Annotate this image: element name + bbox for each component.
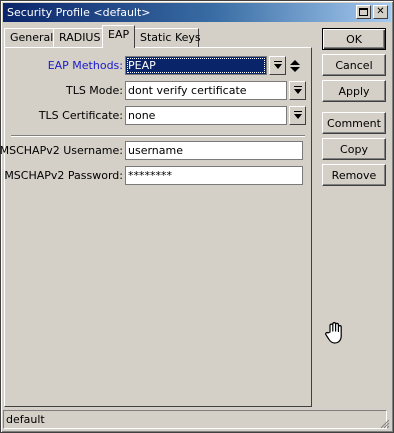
close-button[interactable]: ✕: [373, 5, 388, 19]
cancel-button[interactable]: Cancel: [322, 54, 386, 76]
ok-button[interactable]: OK: [322, 28, 386, 50]
security-profile-window: Security Profile <default> ✕ General RAD…: [0, 0, 394, 433]
status-bar: default: [3, 410, 387, 429]
tls-certificate-row: TLS Certificate: none: [5, 106, 313, 126]
maximize-icon: [359, 8, 368, 16]
down-arrow-icon: [290, 66, 300, 72]
dropdown-bar: [294, 86, 302, 87]
tab-eap[interactable]: EAP: [102, 25, 135, 48]
tls-certificate-dropdown-button[interactable]: [289, 106, 306, 125]
eap-methods-field[interactable]: PEAP: [125, 56, 267, 75]
tls-mode-row: TLS Mode: dont verify certificate: [5, 81, 313, 101]
mschap-password-row: MSCHAPv2 Password: ********: [4, 166, 313, 186]
resize-grip-icon[interactable]: [380, 419, 390, 429]
up-arrow-icon: [290, 59, 300, 65]
tls-certificate-field[interactable]: none: [125, 106, 287, 125]
eap-methods-dropdown-button[interactable]: [269, 56, 286, 75]
mschap-username-input[interactable]: username: [125, 141, 303, 160]
mschap-password-input[interactable]: ********: [125, 166, 303, 185]
maximize-button[interactable]: [356, 5, 371, 19]
tls-mode-dropdown-button[interactable]: [289, 81, 306, 100]
tls-mode-field[interactable]: dont verify certificate: [125, 81, 287, 100]
tab-radius[interactable]: RADIUS: [53, 28, 103, 47]
tls-mode-label: TLS Mode:: [65, 84, 123, 97]
comment-button[interactable]: Comment: [322, 112, 386, 134]
eap-methods-row: EAP Methods: PEAP: [5, 56, 313, 76]
tab-static-keys[interactable]: Static Keys: [134, 28, 201, 47]
dropdown-arrow-icon: [293, 114, 302, 119]
dropdown-arrow-icon: [293, 89, 302, 94]
mschap-username-label: MSCHAPv2 Username:: [0, 144, 123, 157]
hand-cursor-icon: [325, 322, 342, 344]
remove-button[interactable]: Remove: [322, 164, 386, 186]
dropdown-bar: [274, 61, 282, 62]
eap-tab-panel: EAP Methods: PEAP TLS Mode: dont verify …: [0, 47, 313, 407]
tls-certificate-label: TLS Certificate:: [38, 109, 123, 122]
close-icon: ✕: [376, 6, 385, 17]
apply-button[interactable]: Apply: [322, 80, 386, 102]
tab-general[interactable]: General: [4, 28, 54, 47]
section-divider: [11, 135, 305, 137]
mschap-password-label: MSCHAPv2 Password:: [4, 169, 123, 182]
eap-methods-add-remove[interactable]: [289, 56, 301, 75]
mschap-username-row: MSCHAPv2 Username: username: [0, 141, 313, 161]
dropdown-bar: [294, 111, 302, 112]
copy-button[interactable]: Copy: [322, 138, 386, 160]
eap-methods-label: EAP Methods:: [47, 59, 123, 72]
window-title: Security Profile <default>: [7, 6, 151, 19]
dropdown-arrow-icon: [273, 64, 282, 69]
title-bar[interactable]: Security Profile <default> ✕: [3, 3, 391, 22]
